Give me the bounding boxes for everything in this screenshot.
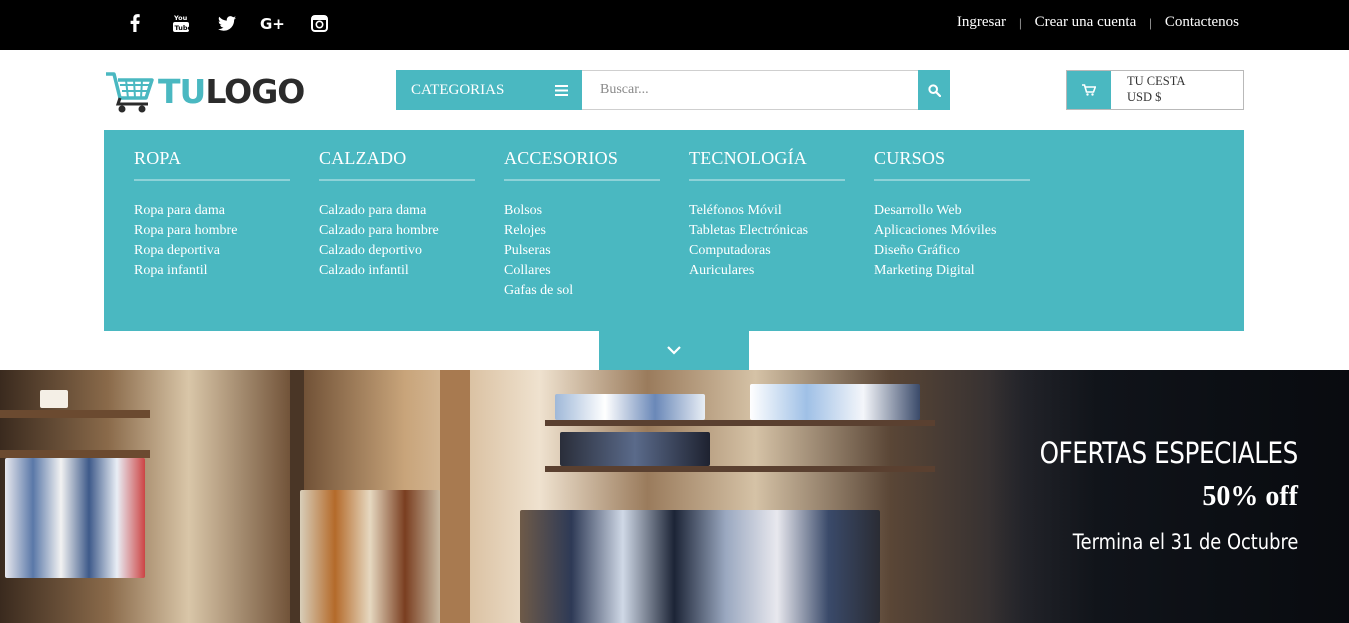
hanging-jackets (520, 510, 880, 623)
menu-item[interactable]: Desarrollo Web (874, 201, 1030, 221)
menu-column-ropa: ROPA Ropa para dama Ropa para hombre Rop… (134, 148, 290, 281)
svg-text:You: You (173, 14, 188, 22)
cart-icon (1082, 84, 1096, 96)
search-icon (927, 83, 941, 97)
menu-item[interactable]: Collares (504, 261, 660, 281)
menu-item[interactable]: Gafas de sol (504, 281, 660, 301)
menu-item[interactable]: Calzado deportivo (319, 241, 475, 261)
menu-heading[interactable]: TECNOLOGÍA (689, 148, 845, 181)
store-shelf (0, 410, 150, 418)
chevron-down-icon (667, 346, 681, 355)
cart-title: TU CESTA (1127, 74, 1186, 88)
offer-title: OFERTAS ESPECIALES (1039, 436, 1299, 470)
logo-text: TULOGO (158, 71, 305, 111)
categories-label: CATEGORIAS (411, 81, 505, 98)
store-shelf (0, 450, 150, 458)
cart-summary: TU CESTA USD $ (1111, 71, 1185, 109)
menu-item[interactable]: Relojes (504, 221, 660, 241)
menu-column-cursos: CURSOS Desarrollo Web Aplicaciones Móvil… (874, 148, 1030, 281)
hanging-clothes (5, 458, 145, 578)
hanging-clothes (300, 490, 440, 623)
menu-heading[interactable]: ROPA (134, 148, 290, 181)
folded-shirts (555, 394, 705, 420)
menu-column-accesorios: ACCESORIOS Bolsos Relojes Pulseras Colla… (504, 148, 660, 301)
menu-item[interactable]: Auriculares (689, 261, 845, 281)
folded-sweaters (560, 432, 710, 466)
categories-button[interactable]: CATEGORIAS (396, 70, 582, 110)
menu-item[interactable]: Ropa infantil (134, 261, 290, 281)
menu-heading[interactable]: ACCESORIOS (504, 148, 660, 181)
top-bar: You Tube G+ Ingresar | Crear una cuenta |… (0, 0, 1349, 50)
store-shelf (545, 420, 935, 426)
cart-icon-box (1067, 71, 1111, 109)
menu-item[interactable]: Calzado infantil (319, 261, 475, 281)
promo-banner[interactable] (0, 370, 1349, 623)
google-plus-icon[interactable]: G+ (250, 11, 296, 35)
account-links: Ingresar | Crear una cuenta | Contacteno… (957, 14, 1239, 31)
twitter-icon[interactable] (204, 11, 250, 35)
cart-widget[interactable]: TU CESTA USD $ (1066, 70, 1244, 110)
menu-column-tecnologia: TECNOLOGÍA Teléfonos Móvil Tabletas Elec… (689, 148, 845, 281)
cart-total: USD $ (1127, 90, 1162, 104)
store-pillar (440, 370, 470, 623)
menu-column-calzado: CALZADO Calzado para dama Calzado para h… (319, 148, 475, 281)
search-button[interactable] (918, 70, 950, 110)
svg-text:Tube: Tube (175, 24, 190, 32)
offer-end-date: Termina el 31 de Octubre (1072, 530, 1298, 554)
menu-item[interactable]: Diseño Gráfico (874, 241, 1030, 261)
site-logo[interactable]: TULOGO (104, 68, 314, 114)
facebook-icon[interactable] (112, 11, 158, 35)
menu-item[interactable]: Calzado para hombre (319, 221, 475, 241)
menu-item[interactable]: Ropa para dama (134, 201, 290, 221)
instagram-icon[interactable] (296, 11, 342, 35)
menu-item[interactable]: Ropa deportiva (134, 241, 290, 261)
hamburger-icon (555, 84, 568, 96)
menu-collapse-toggle[interactable] (599, 331, 749, 370)
login-link[interactable]: Ingresar (957, 14, 1006, 31)
menu-item[interactable]: Aplicaciones Móviles (874, 221, 1030, 241)
folded-shirts (750, 384, 920, 420)
link-separator: | (1019, 14, 1022, 30)
menu-heading[interactable]: CALZADO (319, 148, 475, 181)
menu-item[interactable]: Marketing Digital (874, 261, 1030, 281)
svg-text:G+: G+ (260, 15, 285, 31)
contact-link[interactable]: Contactenos (1165, 14, 1239, 31)
shopping-cart-logo-icon (106, 72, 154, 113)
link-separator: | (1149, 14, 1152, 30)
price-tag (40, 390, 68, 408)
menu-item[interactable]: Pulseras (504, 241, 660, 261)
social-links: You Tube G+ (112, 11, 342, 35)
menu-item[interactable]: Tabletas Electrónicas (689, 221, 845, 241)
menu-item[interactable]: Ropa para hombre (134, 221, 290, 241)
menu-item[interactable]: Bolsos (504, 201, 660, 221)
mega-menu: ROPA Ropa para dama Ropa para hombre Rop… (104, 130, 1244, 331)
search-input[interactable] (582, 70, 919, 110)
offer-discount: 50% off (1202, 481, 1298, 512)
menu-heading[interactable]: CURSOS (874, 148, 1030, 181)
youtube-icon[interactable]: You Tube (158, 11, 204, 35)
menu-item[interactable]: Teléfonos Móvil (689, 201, 845, 221)
store-shelf (545, 466, 935, 472)
menu-item[interactable]: Calzado para dama (319, 201, 475, 221)
register-link[interactable]: Crear una cuenta (1035, 14, 1137, 31)
menu-item[interactable]: Computadoras (689, 241, 845, 261)
